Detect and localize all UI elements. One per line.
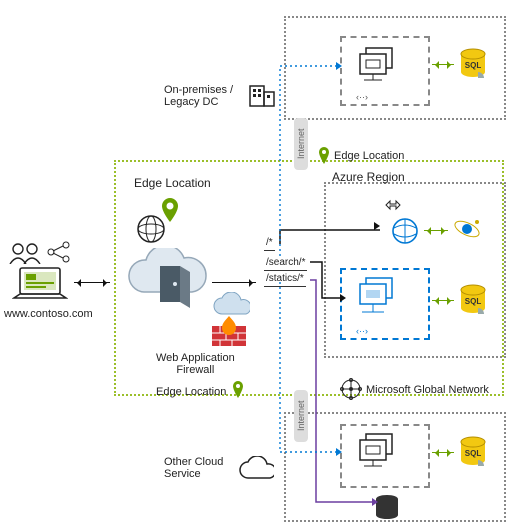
cloud-icon — [236, 456, 274, 482]
svg-text:SQL: SQL — [465, 449, 482, 458]
webapp-icon — [390, 216, 420, 246]
location-pin-icon — [316, 146, 332, 166]
globe-icon — [136, 214, 166, 244]
other-cloud-label: Other Cloud Service — [164, 456, 223, 480]
edge-location-marker-label-2: Edge Location — [334, 150, 404, 162]
autoscale-icon — [384, 196, 402, 214]
onprem-scale-label: ‹··› — [356, 92, 368, 102]
route-root: /* — [264, 236, 275, 251]
storage-icon — [374, 494, 400, 522]
server-group-icon — [356, 432, 400, 470]
waf-label: Web Application Firewall — [156, 352, 235, 376]
edge-out-arrow — [212, 282, 256, 283]
msgn-label: Microsoft Global Network — [366, 384, 489, 396]
users-icon — [8, 242, 42, 264]
route-statics: /statics/* — [264, 272, 306, 287]
azure-scale-label: ‹··› — [356, 326, 368, 336]
firewall-icon — [210, 316, 248, 348]
internet-pipe-top: Internet — [294, 118, 308, 170]
share-icon — [46, 240, 72, 264]
building-icon — [248, 80, 276, 108]
cloud-icon — [210, 292, 250, 318]
sql-database-icon: SQL — [458, 436, 488, 470]
location-pin-icon — [230, 380, 246, 400]
sql-database-icon: SQL — [458, 284, 488, 318]
cloud-front-door-icon — [120, 248, 210, 312]
cosmos-icon — [452, 214, 482, 244]
sql-database-icon: SQL — [458, 48, 488, 82]
other-db-arrow — [432, 452, 454, 453]
edge-location-marker-label-1: Edge Location — [156, 386, 226, 398]
server-group-icon — [356, 46, 400, 84]
svg-text:SQL: SQL — [465, 297, 482, 306]
domain-label: www.contoso.com — [4, 308, 93, 320]
network-globe-icon — [340, 378, 362, 400]
onprem-label: On-premises / Legacy DC — [164, 84, 233, 108]
edge-location-label: Edge Location — [134, 176, 211, 190]
web-cosmos-arrow — [424, 230, 448, 231]
internet-pipe-bottom: Internet — [294, 390, 308, 442]
azure-db-arrow — [432, 300, 454, 301]
laptop-icon — [12, 266, 68, 304]
onprem-db-arrow — [432, 64, 454, 65]
svg-text:SQL: SQL — [465, 61, 482, 70]
azure-region-label: Azure Region — [332, 170, 405, 184]
client-to-edge-arrow — [74, 282, 110, 283]
route-search: /search/* — [264, 256, 307, 271]
server-group-icon — [356, 276, 400, 316]
